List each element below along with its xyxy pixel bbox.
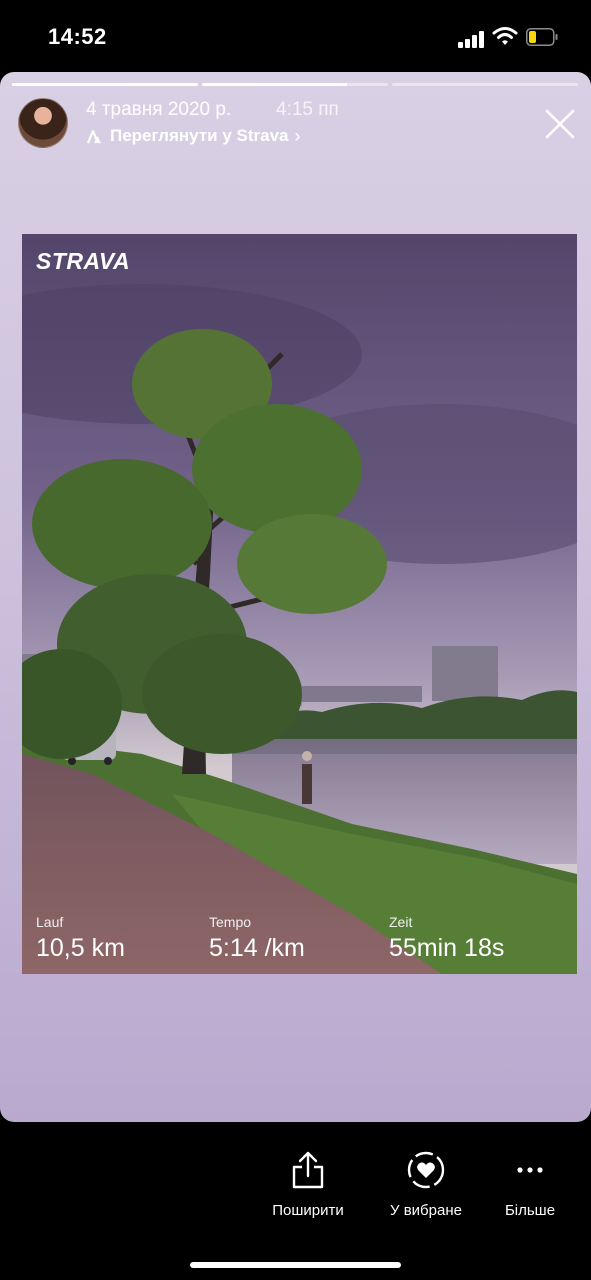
- more-dots-icon: [517, 1167, 543, 1173]
- stat-distance: Lauf 10,5 km: [36, 914, 125, 963]
- chevron-right-icon: ›: [294, 125, 301, 146]
- stat-value: 5:14 /km: [209, 934, 305, 962]
- more-button[interactable]: Більше: [475, 1150, 585, 1219]
- strava-logo: STRAVA: [36, 248, 131, 274]
- more-label: Більше: [504, 1202, 556, 1219]
- landscape-photo: [22, 234, 577, 974]
- share-label: Поширити: [272, 1202, 344, 1219]
- view-in-strava-link[interactable]: Переглянути у Strava ›: [86, 125, 300, 147]
- wifi-icon: [492, 27, 518, 45]
- share-button[interactable]: Поширити: [253, 1150, 363, 1219]
- story-time: 4:15 пп: [276, 99, 339, 120]
- favorite-label: У вибране: [390, 1202, 462, 1219]
- status-time: 14:52: [48, 24, 107, 49]
- story-date: 4 травня 2020 р.: [86, 99, 232, 120]
- view-in-strava-label: Переглянути у Strava: [110, 126, 289, 145]
- stat-label: Tempo: [209, 914, 252, 930]
- stat-value: 10,5 km: [36, 934, 125, 962]
- progress-segment: [392, 83, 578, 86]
- avatar[interactable]: [18, 98, 68, 148]
- heart-circle-icon: [407, 1151, 445, 1189]
- progress-segment: [202, 83, 388, 86]
- stat-label: Zeit: [389, 914, 413, 930]
- stat-time: Zeit 55min 18s: [389, 914, 504, 963]
- story-card[interactable]: 4 травня 2020 р. 4:15 пп Переглянути у S…: [0, 72, 591, 1122]
- cellular-signal-icon: [458, 30, 486, 48]
- story-progress-bar: [12, 83, 579, 86]
- story-actions-bar: Поширити У вибране Більше: [0, 1122, 591, 1280]
- stat-pace: Tempo 5:14 /km: [209, 914, 305, 963]
- strava-chevron-icon: [86, 129, 101, 144]
- stat-value: 55min 18s: [389, 934, 505, 962]
- favorite-button[interactable]: У вибране: [371, 1150, 481, 1219]
- home-indicator[interactable]: [190, 1262, 401, 1268]
- share-icon: [292, 1151, 324, 1189]
- stat-label: Lauf: [36, 914, 64, 930]
- progress-segment: [12, 83, 198, 86]
- close-icon[interactable]: [544, 108, 576, 140]
- status-bar: 14:52: [0, 0, 591, 72]
- activity-photo: STRAVA Lauf 10,5 km Tempo 5:14 /km Zeit …: [22, 234, 577, 974]
- battery-low-icon: [526, 28, 558, 46]
